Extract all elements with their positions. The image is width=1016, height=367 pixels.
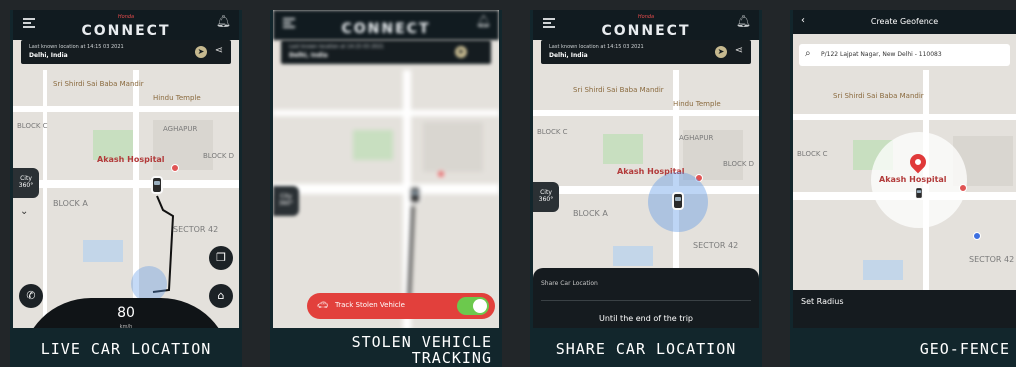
home-button[interactable]: ⌂	[209, 284, 233, 308]
top-bar: Honda CONNECT 🔔︎	[13, 10, 239, 40]
speed-value: 80 km/h	[117, 305, 135, 328]
car-marker-icon[interactable]	[672, 192, 684, 210]
set-radius-label: Set Radius	[801, 297, 844, 306]
last-known-location: Last known location at 14:15 03 2021	[549, 44, 644, 50]
map-label-hospital: Akash Hospital	[879, 175, 947, 184]
layers-button[interactable]: ❐	[209, 246, 233, 270]
track-stolen-vehicle-bar[interactable]: 🚗︎ Track Stolen Vehicle	[307, 293, 495, 319]
screen-geofence: Sri Shirdi Sai Baba Mandir BLOCK C SECTO…	[793, 10, 1016, 328]
top-bar: Honda CONNECT 🔔︎	[533, 10, 759, 40]
top-bar: ‹ Create Geofence	[793, 10, 1016, 34]
location-name: Delhi, India	[549, 52, 588, 59]
map-label-shirdi: Sri Shirdi Sai Baba Mandir	[833, 92, 924, 100]
brand-logo: Honda CONNECT	[601, 14, 691, 39]
search-input[interactable]: ⌕ P/122 Lajpat Nagar, New Delhi - 110083	[799, 44, 1010, 66]
last-known-location: Last known location at 14:15 03 2021	[29, 44, 124, 50]
share-icon[interactable]: ⋖	[735, 45, 743, 56]
search-value: P/122 Lajpat Nagar, New Delhi - 110083	[821, 51, 942, 58]
location-name: Delhi, India	[29, 52, 68, 59]
current-location-icon	[973, 232, 981, 240]
screen-stolen: CONNECT 🔔︎ Last known location at 14:15 …	[273, 10, 499, 328]
car-icon: 🚗︎	[317, 301, 329, 311]
share-option-end-of-trip[interactable]: Until the end of the trip	[533, 314, 759, 323]
caption: SHARE CAR LOCATION	[555, 340, 737, 358]
brand-logo: Honda CONNECT	[81, 14, 171, 39]
location-info-bar: Last known location at 14:15 03 2021 Del…	[281, 40, 491, 64]
page-title: Create Geofence	[870, 17, 939, 26]
location-info-bar: Last known location at 14:15 03 2021 Del…	[21, 40, 231, 64]
caption: STOLEN VEHICLE TRACKING	[351, 333, 492, 367]
menu-icon[interactable]	[23, 18, 35, 28]
bell-icon[interactable]: 🔔︎	[216, 14, 231, 28]
bell-icon[interactable]: 🔔︎	[736, 14, 751, 28]
navigate-icon[interactable]: ➤	[195, 46, 207, 58]
last-known-location: Last known location at 14:15 03 2021	[289, 44, 384, 50]
navigate-icon[interactable]: ➤	[715, 46, 727, 58]
brand-logo: CONNECT	[341, 21, 431, 37]
car-marker-icon	[914, 186, 924, 200]
share-location-sheet: Share Car Location Until the end of the …	[533, 268, 759, 328]
track-toggle[interactable]	[457, 297, 489, 315]
menu-icon	[283, 18, 295, 28]
chevron-down-icon[interactable]: ⌄	[20, 206, 28, 217]
call-button[interactable]: ✆	[19, 284, 43, 308]
caption: LIVE CAR LOCATION	[40, 340, 212, 358]
bell-icon: 🔔︎	[475, 14, 491, 28]
top-bar: CONNECT 🔔︎	[273, 10, 499, 40]
map-label-block-c: BLOCK C	[797, 150, 828, 158]
panel-geo-fence: Sri Shirdi Sai Baba Mandir BLOCK C SECTO…	[790, 10, 1016, 367]
panel-stolen-vehicle-tracking: CONNECT 🔔︎ Last known location at 14:15 …	[270, 10, 502, 367]
location-info-bar: Last known location at 14:15 03 2021 Del…	[541, 40, 751, 64]
car-marker-icon[interactable]	[151, 176, 163, 194]
track-stolen-vehicle-label: Track Stolen Vehicle	[335, 301, 405, 309]
radius-panel: Set Radius	[793, 290, 1016, 328]
caption: GEO-FENCE	[919, 340, 1010, 358]
screen-share: Sri Shirdi Sai Baba Mandir Hindu Temple …	[533, 10, 759, 328]
divider	[541, 300, 751, 301]
sheet-title: Share Car Location	[541, 280, 598, 287]
map-label-sector: SECTOR 42	[969, 255, 1015, 264]
city-360-chip: City 360°	[273, 186, 299, 216]
navigate-icon: ➤	[455, 46, 467, 58]
search-icon: ⌕	[805, 48, 811, 59]
hospital-pin-icon	[959, 184, 967, 192]
panel-live-car-location: Sri Shirdi Sai Baba Mandir Hindu Temple …	[10, 10, 242, 367]
share-icon[interactable]: ⋖	[215, 45, 223, 56]
city-360-chip[interactable]: City 360°	[533, 182, 559, 212]
menu-icon[interactable]	[543, 18, 555, 28]
location-name: Delhi, India	[289, 52, 328, 59]
city-360-chip[interactable]: City 360°	[13, 168, 39, 198]
screen-live: Sri Shirdi Sai Baba Mandir Hindu Temple …	[13, 10, 239, 328]
panel-share-car-location: Sri Shirdi Sai Baba Mandir Hindu Temple …	[530, 10, 762, 367]
